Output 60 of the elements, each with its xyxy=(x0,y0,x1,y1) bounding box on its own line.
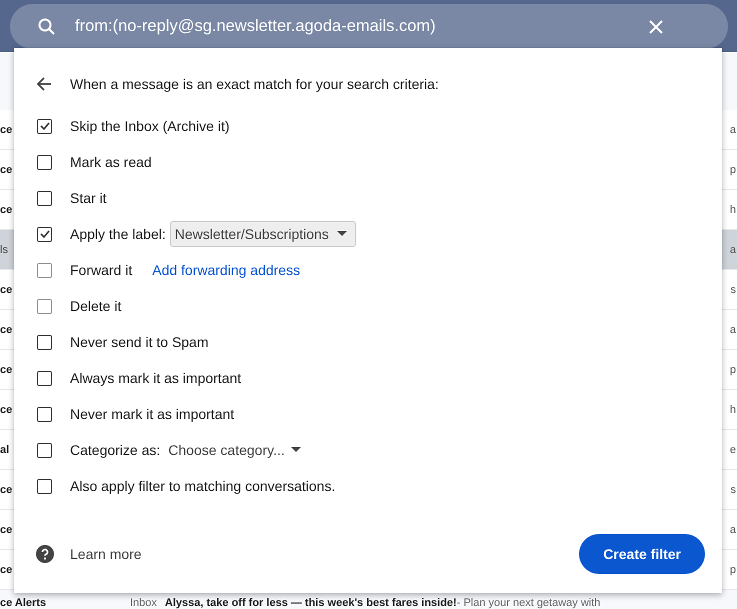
search-query: from:(no-reply@sg.newsletter.agoda-emails.com) xyxy=(75,17,437,36)
help-icon[interactable] xyxy=(36,545,54,563)
close-icon[interactable] xyxy=(648,18,664,34)
snippet-fragment: p xyxy=(730,564,736,576)
option-label: Forward it xyxy=(70,262,132,278)
snippet-fragment: h xyxy=(730,204,736,216)
inbox-label: Inbox xyxy=(130,597,157,609)
label-select[interactable]: Newsletter/Subscriptions xyxy=(170,221,356,247)
snippet-fragment: a xyxy=(730,324,736,336)
option-label: Also apply filter to matching conversations. xyxy=(70,478,336,494)
create-filter-button[interactable]: Create filter xyxy=(579,534,705,574)
snippet-fragment: s xyxy=(730,484,736,496)
option-label: Star it xyxy=(70,190,107,206)
sender-fragment: ce xyxy=(0,284,12,296)
checkbox[interactable] xyxy=(37,154,52,170)
checkbox[interactable] xyxy=(37,442,52,458)
sender-fragment: ce xyxy=(0,164,12,176)
option-label: Categorize as: xyxy=(70,442,160,458)
caret-icon xyxy=(290,447,301,453)
option-label: Never mark it as important xyxy=(70,406,234,422)
email-sender: ce Alerts xyxy=(0,597,48,609)
back-arrow-icon[interactable] xyxy=(36,76,52,92)
option-label: Never send it to Spam xyxy=(70,334,209,350)
checkbox[interactable] xyxy=(37,406,52,422)
sender-fragment: ce xyxy=(0,524,12,536)
dialog-heading: When a message is an exact match for your search criteria: xyxy=(70,76,439,92)
checkbox[interactable] xyxy=(37,334,52,350)
checkbox[interactable] xyxy=(37,370,52,386)
sender-fragment: ce xyxy=(0,484,12,496)
snippet-fragment: a xyxy=(730,124,736,136)
checkbox[interactable] xyxy=(37,190,52,206)
option-label: Mark as read xyxy=(70,154,152,170)
search-field[interactable]: from:(no-reply@sg.newsletter.agoda-emails.com) xyxy=(10,4,728,49)
snippet-fragment: p xyxy=(730,164,736,176)
sender-fragment: ce xyxy=(0,324,12,336)
email-snippet: - Plan your next getaway with xyxy=(456,597,600,609)
sender-fragment: ce xyxy=(0,564,12,576)
category-dropdown[interactable]: Choose category... xyxy=(168,442,301,458)
option-label: Delete it xyxy=(70,298,122,314)
email-subject: Alyssa, take off for less — this week's best fares inside! xyxy=(164,597,457,609)
option-label: Always mark it as important xyxy=(70,370,242,386)
checkbox[interactable] xyxy=(37,226,52,242)
snippet-fragment: s xyxy=(730,284,736,296)
snippet-fragment: a xyxy=(730,244,736,256)
checkbox[interactable] xyxy=(37,478,52,494)
sender-fragment: ce xyxy=(0,204,12,216)
option-label: Apply the label: xyxy=(70,226,166,242)
snippet-fragment: e xyxy=(730,444,736,456)
sender-fragment: ls xyxy=(0,244,8,256)
sender-fragment: al xyxy=(0,444,10,456)
sender-fragment: ce xyxy=(0,364,12,376)
checkbox[interactable] xyxy=(37,118,52,134)
snippet-fragment: a xyxy=(730,524,736,536)
sender-fragment: ce xyxy=(0,404,12,416)
snippet-fragment: p xyxy=(730,364,736,376)
option-label: Skip the Inbox (Archive it) xyxy=(70,118,230,134)
sender-fragment: ce xyxy=(0,124,12,136)
snippet-fragment: h xyxy=(730,404,736,416)
learn-more-link[interactable]: Learn more xyxy=(70,546,142,562)
search-icon xyxy=(37,16,57,36)
